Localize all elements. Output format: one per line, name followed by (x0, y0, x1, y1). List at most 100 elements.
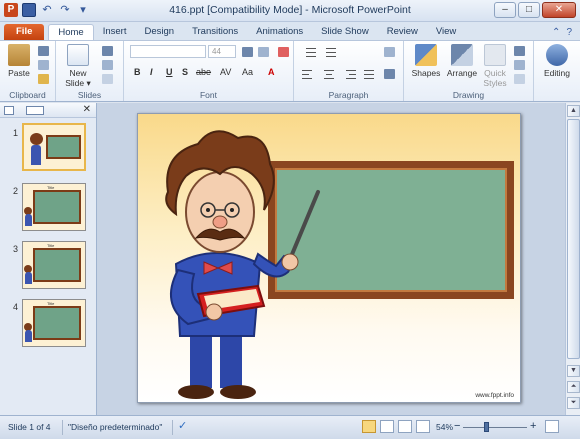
zoom-out-button[interactable]: − (454, 420, 460, 432)
tab-file[interactable]: File (4, 24, 45, 40)
reading-view-button[interactable] (398, 420, 412, 433)
layout-icon[interactable] (102, 46, 113, 56)
align-left-icon[interactable] (302, 69, 316, 79)
slide-credit: www.fppt.info (475, 392, 514, 399)
strikethrough-button[interactable]: abe (196, 67, 211, 77)
minimize-ribbon-icon[interactable]: ⌃ (552, 27, 560, 38)
paragraph-group: Paragraph (294, 41, 404, 101)
shape-outline-icon[interactable] (514, 60, 525, 70)
next-slide-icon[interactable]: ⏷ (567, 397, 580, 409)
paste-button[interactable]: Paste (6, 44, 32, 78)
vertical-scrollbar[interactable]: ▲ ▼ ⏶ ⏷ (565, 103, 580, 415)
zoom-slider-track[interactable] (463, 427, 527, 428)
slide-thumbnail-1[interactable] (22, 123, 86, 171)
italic-button[interactable]: I (150, 67, 153, 77)
theme-name[interactable]: "Diseño predeterminado" (68, 422, 162, 432)
tab-insert[interactable]: Insert (94, 24, 136, 40)
font-color-button[interactable]: A (268, 67, 275, 77)
character-spacing-button[interactable]: AV (220, 67, 231, 77)
slide-sorter-view-button[interactable] (380, 420, 394, 433)
current-slide[interactable]: www.fppt.info (137, 113, 521, 403)
cut-icon[interactable] (38, 46, 49, 56)
shape-effects-icon[interactable] (514, 74, 525, 84)
new-slide-arrow-icon: ▾ (86, 78, 91, 88)
slide-thumbnail-2[interactable]: Title (22, 183, 86, 231)
pointer-stick (286, 190, 320, 266)
slides-pane: ✕ 1 2 Title 3 Title 4 Title (0, 103, 97, 415)
shapes-button[interactable]: Shapes (410, 44, 442, 78)
zoom-in-button[interactable]: + (530, 420, 536, 432)
justify-icon[interactable] (362, 69, 376, 79)
scroll-up-icon[interactable]: ▲ (567, 105, 580, 117)
zoom-slider-knob[interactable] (484, 422, 489, 432)
slide-thumbnail-3[interactable]: Title (22, 241, 86, 289)
thumbnail-character (25, 272, 32, 284)
tab-design[interactable]: Design (135, 24, 183, 40)
arrange-button[interactable]: Arrange (444, 44, 480, 78)
bullets-icon[interactable] (302, 47, 316, 57)
section-icon[interactable] (102, 74, 113, 84)
tab-review[interactable]: Review (378, 24, 427, 40)
shapes-label: Shapes (411, 68, 441, 78)
align-right-icon[interactable] (342, 69, 356, 79)
tab-view[interactable]: View (427, 24, 465, 40)
grow-font-icon[interactable] (242, 47, 253, 57)
underline-button[interactable]: U (166, 67, 173, 77)
outline-tab[interactable] (26, 106, 44, 115)
align-center-icon[interactable] (322, 69, 336, 79)
thumbnail-title: Title (47, 301, 55, 306)
change-case-button[interactable]: Aa (242, 67, 253, 77)
slide-counter: Slide 1 of 4 (8, 422, 51, 432)
status-bar: Slide 1 of 4 "Diseño predeterminado" ✓ 5… (0, 415, 580, 439)
nose (212, 215, 228, 229)
minimize-button[interactable]: – (494, 2, 516, 18)
right-hand (281, 253, 299, 271)
arrange-icon (451, 44, 473, 66)
shrink-font-icon[interactable] (258, 47, 269, 57)
tab-animations[interactable]: Animations (247, 24, 312, 40)
shadow-button[interactable]: S (182, 67, 188, 77)
new-slide-icon (67, 44, 89, 66)
thumbnail-character (25, 214, 32, 226)
new-slide-button[interactable]: New Slide ▾ (62, 44, 94, 89)
scroll-down-icon[interactable]: ▼ (567, 365, 580, 377)
bold-button[interactable]: B (134, 67, 141, 77)
previous-slide-icon[interactable]: ⏶ (567, 381, 580, 393)
maximize-button[interactable]: □ (518, 2, 540, 18)
title-bar: P ↶ ↷ ▾ 416.ppt [Compatibility Mode] - M… (0, 0, 580, 22)
scroll-thumb[interactable] (567, 119, 580, 359)
shapes-icon (415, 44, 437, 66)
tab-transitions[interactable]: Transitions (183, 24, 247, 40)
help-icon[interactable]: ? (566, 27, 572, 38)
format-painter-icon[interactable] (38, 74, 49, 84)
right-shoe (220, 385, 256, 399)
quick-styles-button[interactable]: Quick Styles (480, 44, 510, 88)
zoom-level[interactable]: 54% (436, 422, 453, 432)
spell-check-icon[interactable]: ✓ (178, 419, 187, 432)
paste-label: Paste (8, 68, 30, 78)
professor-illustration (165, 130, 320, 399)
slides-tab[interactable] (4, 106, 14, 115)
normal-view-button[interactable] (362, 420, 376, 433)
tab-slide-show[interactable]: Slide Show (312, 24, 378, 40)
slide-show-view-button[interactable] (416, 420, 430, 433)
editing-button[interactable]: Editing (538, 44, 576, 78)
font-name-box[interactable] (130, 45, 206, 58)
clear-formatting-icon[interactable] (278, 47, 289, 57)
reset-icon[interactable] (102, 60, 113, 70)
slide-thumbnail-4[interactable]: Title (22, 299, 86, 347)
font-group: 44 B I U S abe AV Aa A Font (124, 41, 294, 101)
tab-home[interactable]: Home (48, 24, 94, 40)
font-size-box[interactable]: 44 (208, 45, 236, 58)
numbering-icon[interactable] (322, 47, 336, 57)
close-pane-icon[interactable]: ✕ (83, 104, 91, 115)
copy-icon[interactable] (38, 60, 49, 70)
slide-editing-area: www.fppt.info (97, 103, 565, 415)
thumbnail-board (46, 135, 81, 159)
align-text-icon[interactable] (384, 69, 395, 79)
shape-fill-icon[interactable] (514, 46, 525, 56)
drawing-group: Shapes Arrange Quick Styles Drawing (404, 41, 534, 101)
fit-to-window-button[interactable] (545, 420, 559, 433)
close-button[interactable]: ✕ (542, 2, 576, 18)
text-direction-icon[interactable] (384, 47, 395, 57)
